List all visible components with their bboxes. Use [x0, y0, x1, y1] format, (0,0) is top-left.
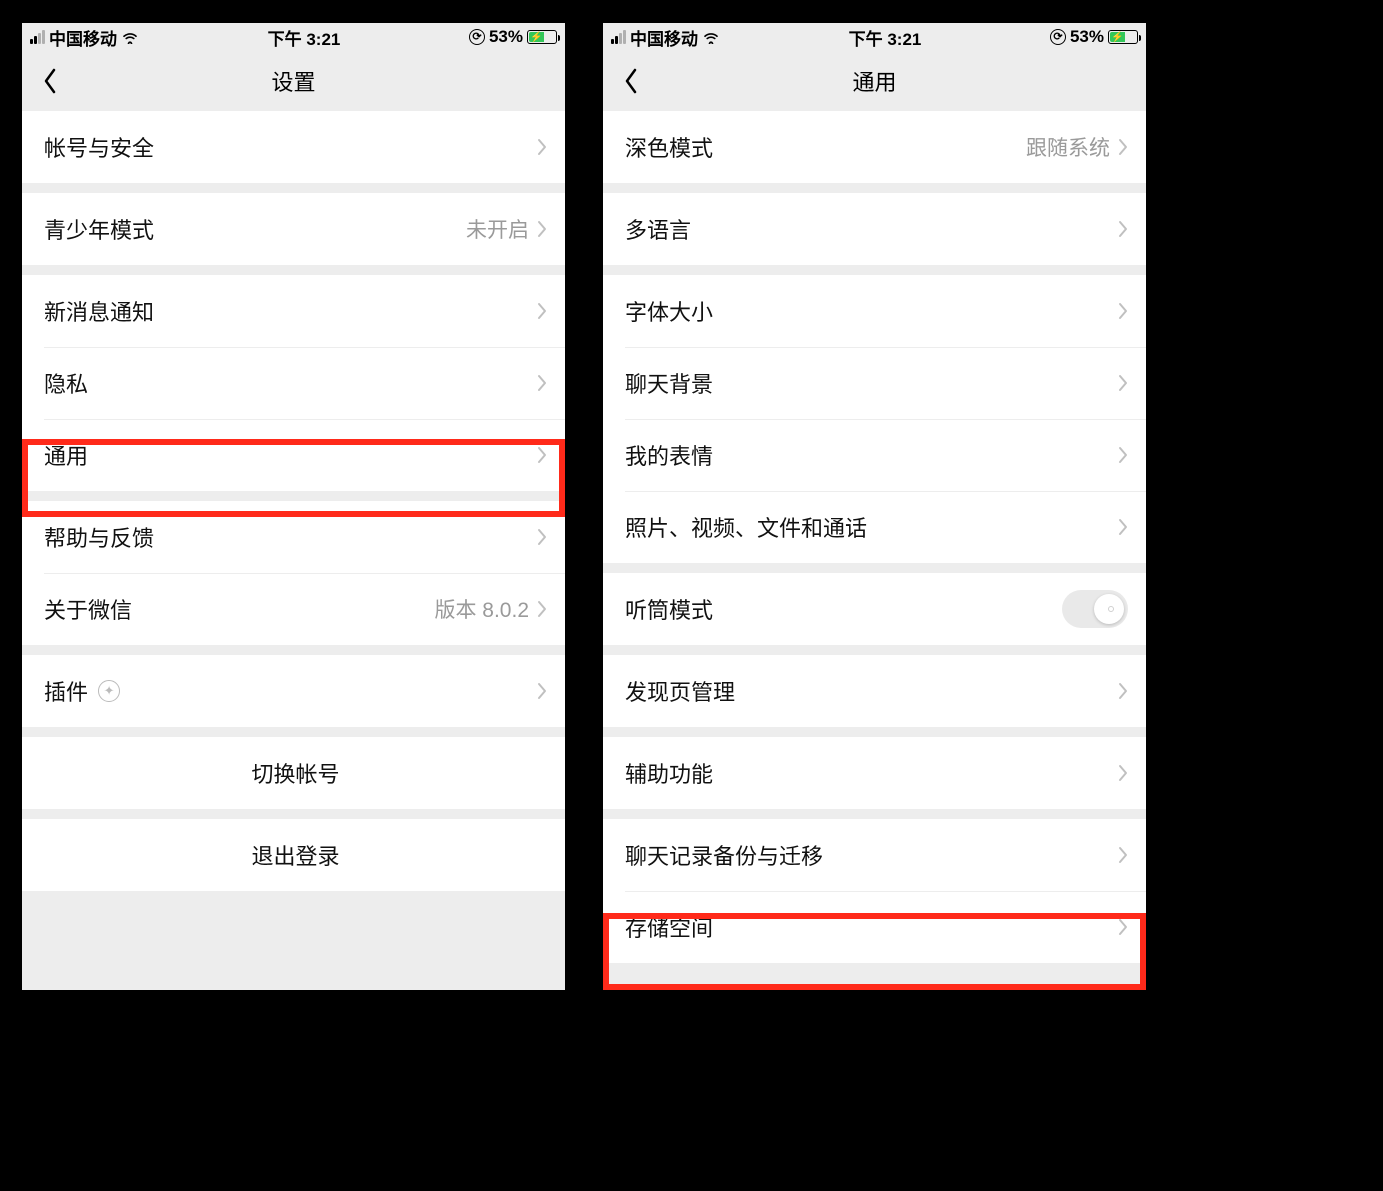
- page-title: 通用: [852, 65, 896, 97]
- row-about[interactable]: 关于微信 版本 8.0.2: [22, 573, 565, 645]
- row-label: 切换帐号: [251, 757, 339, 789]
- chevron-right-icon: [1118, 446, 1128, 464]
- row-label: 多语言: [625, 213, 691, 245]
- row-label: 聊天记录备份与迁移: [625, 839, 823, 871]
- nav-bar: 设置: [22, 51, 565, 111]
- chevron-right-icon: [1118, 220, 1128, 238]
- screenshot-settings: 中国移动 下午 3:21 ⟳ 53% ⚡ 设置 帐号与安全: [22, 23, 565, 990]
- row-dark-mode[interactable]: 深色模式 跟随系统: [603, 111, 1146, 183]
- row-label: 隐私: [44, 367, 88, 399]
- row-help[interactable]: 帮助与反馈: [22, 501, 565, 573]
- chevron-right-icon: [1118, 374, 1128, 392]
- status-bar: 中国移动 下午 3:21 ⟳ 53% ⚡: [22, 23, 565, 51]
- chevron-right-icon: [537, 138, 547, 156]
- signal-icon: [611, 30, 626, 44]
- row-label: 新消息通知: [44, 295, 154, 327]
- row-earpiece-mode[interactable]: 听筒模式: [603, 573, 1146, 645]
- clock-label: 下午 3:21: [849, 25, 922, 50]
- chevron-right-icon: [1118, 682, 1128, 700]
- chevron-right-icon: [1118, 138, 1128, 156]
- row-label: 通用: [44, 439, 88, 471]
- signal-icon: [30, 30, 45, 44]
- row-label: 聊天背景: [625, 367, 713, 399]
- chevron-right-icon: [537, 446, 547, 464]
- row-label: 发现页管理: [625, 675, 735, 707]
- carrier-label: 中国移动: [630, 25, 698, 50]
- row-my-stickers[interactable]: 我的表情: [603, 419, 1146, 491]
- wifi-icon: [702, 30, 720, 44]
- chevron-right-icon: [1118, 518, 1128, 536]
- back-button[interactable]: [609, 51, 653, 111]
- row-chat-backup[interactable]: 聊天记录备份与迁移: [603, 819, 1146, 891]
- battery-percent: 53%: [489, 27, 523, 47]
- row-label: 帐号与安全: [44, 131, 154, 163]
- row-value: 未开启: [466, 214, 529, 244]
- row-chat-bg[interactable]: 聊天背景: [603, 347, 1146, 419]
- status-bar: 中国移动 下午 3:21 ⟳ 53% ⚡: [603, 23, 1146, 51]
- row-label: 关于微信: [44, 593, 132, 625]
- row-accessibility[interactable]: 辅助功能: [603, 737, 1146, 809]
- sync-icon: ⟳: [469, 29, 485, 45]
- row-label: 青少年模式: [44, 213, 154, 245]
- carrier-label: 中国移动: [49, 25, 117, 50]
- row-general[interactable]: 通用: [22, 419, 565, 491]
- chevron-right-icon: [537, 600, 547, 618]
- plugin-icon: ✦: [98, 680, 120, 702]
- sync-icon: ⟳: [1050, 29, 1066, 45]
- row-switch-account[interactable]: 切换帐号: [22, 737, 565, 809]
- screenshot-general: 中国移动 下午 3:21 ⟳ 53% ⚡ 通用 深色模式 跟随系统: [603, 23, 1146, 990]
- row-value: 版本 8.0.2: [434, 594, 529, 624]
- chevron-right-icon: [1118, 302, 1128, 320]
- row-label: 听筒模式: [625, 593, 713, 625]
- row-plugins[interactable]: 插件 ✦: [22, 655, 565, 727]
- row-media-files[interactable]: 照片、视频、文件和通话: [603, 491, 1146, 563]
- row-label: 辅助功能: [625, 757, 713, 789]
- chevron-right-icon: [1118, 846, 1128, 864]
- chevron-right-icon: [537, 374, 547, 392]
- row-storage[interactable]: 存储空间: [603, 891, 1146, 963]
- wifi-icon: [121, 30, 139, 44]
- row-label: 深色模式: [625, 131, 713, 163]
- chevron-right-icon: [537, 302, 547, 320]
- clock-label: 下午 3:21: [268, 25, 341, 50]
- nav-bar: 通用: [603, 51, 1146, 111]
- back-button[interactable]: [28, 51, 72, 111]
- chevron-right-icon: [1118, 764, 1128, 782]
- row-label: 退出登录: [251, 839, 339, 871]
- row-discover[interactable]: 发现页管理: [603, 655, 1146, 727]
- toggle-switch[interactable]: [1062, 590, 1128, 628]
- row-label: 存储空间: [625, 911, 713, 943]
- row-font-size[interactable]: 字体大小: [603, 275, 1146, 347]
- chevron-right-icon: [1118, 918, 1128, 936]
- row-label: 我的表情: [625, 439, 713, 471]
- row-label: 照片、视频、文件和通话: [625, 511, 867, 543]
- row-label: 字体大小: [625, 295, 713, 327]
- page-title: 设置: [271, 65, 315, 97]
- battery-icon: ⚡: [527, 30, 557, 44]
- row-logout[interactable]: 退出登录: [22, 819, 565, 891]
- battery-percent: 53%: [1070, 27, 1104, 47]
- chevron-right-icon: [537, 528, 547, 546]
- chevron-right-icon: [537, 682, 547, 700]
- row-new-message[interactable]: 新消息通知: [22, 275, 565, 347]
- row-language[interactable]: 多语言: [603, 193, 1146, 265]
- row-privacy[interactable]: 隐私: [22, 347, 565, 419]
- row-account-security[interactable]: 帐号与安全: [22, 111, 565, 183]
- row-label: 插件: [44, 675, 88, 707]
- row-label: 帮助与反馈: [44, 521, 154, 553]
- chevron-right-icon: [537, 220, 547, 238]
- battery-icon: ⚡: [1108, 30, 1138, 44]
- row-youth-mode[interactable]: 青少年模式 未开启: [22, 193, 565, 265]
- row-value: 跟随系统: [1026, 132, 1110, 162]
